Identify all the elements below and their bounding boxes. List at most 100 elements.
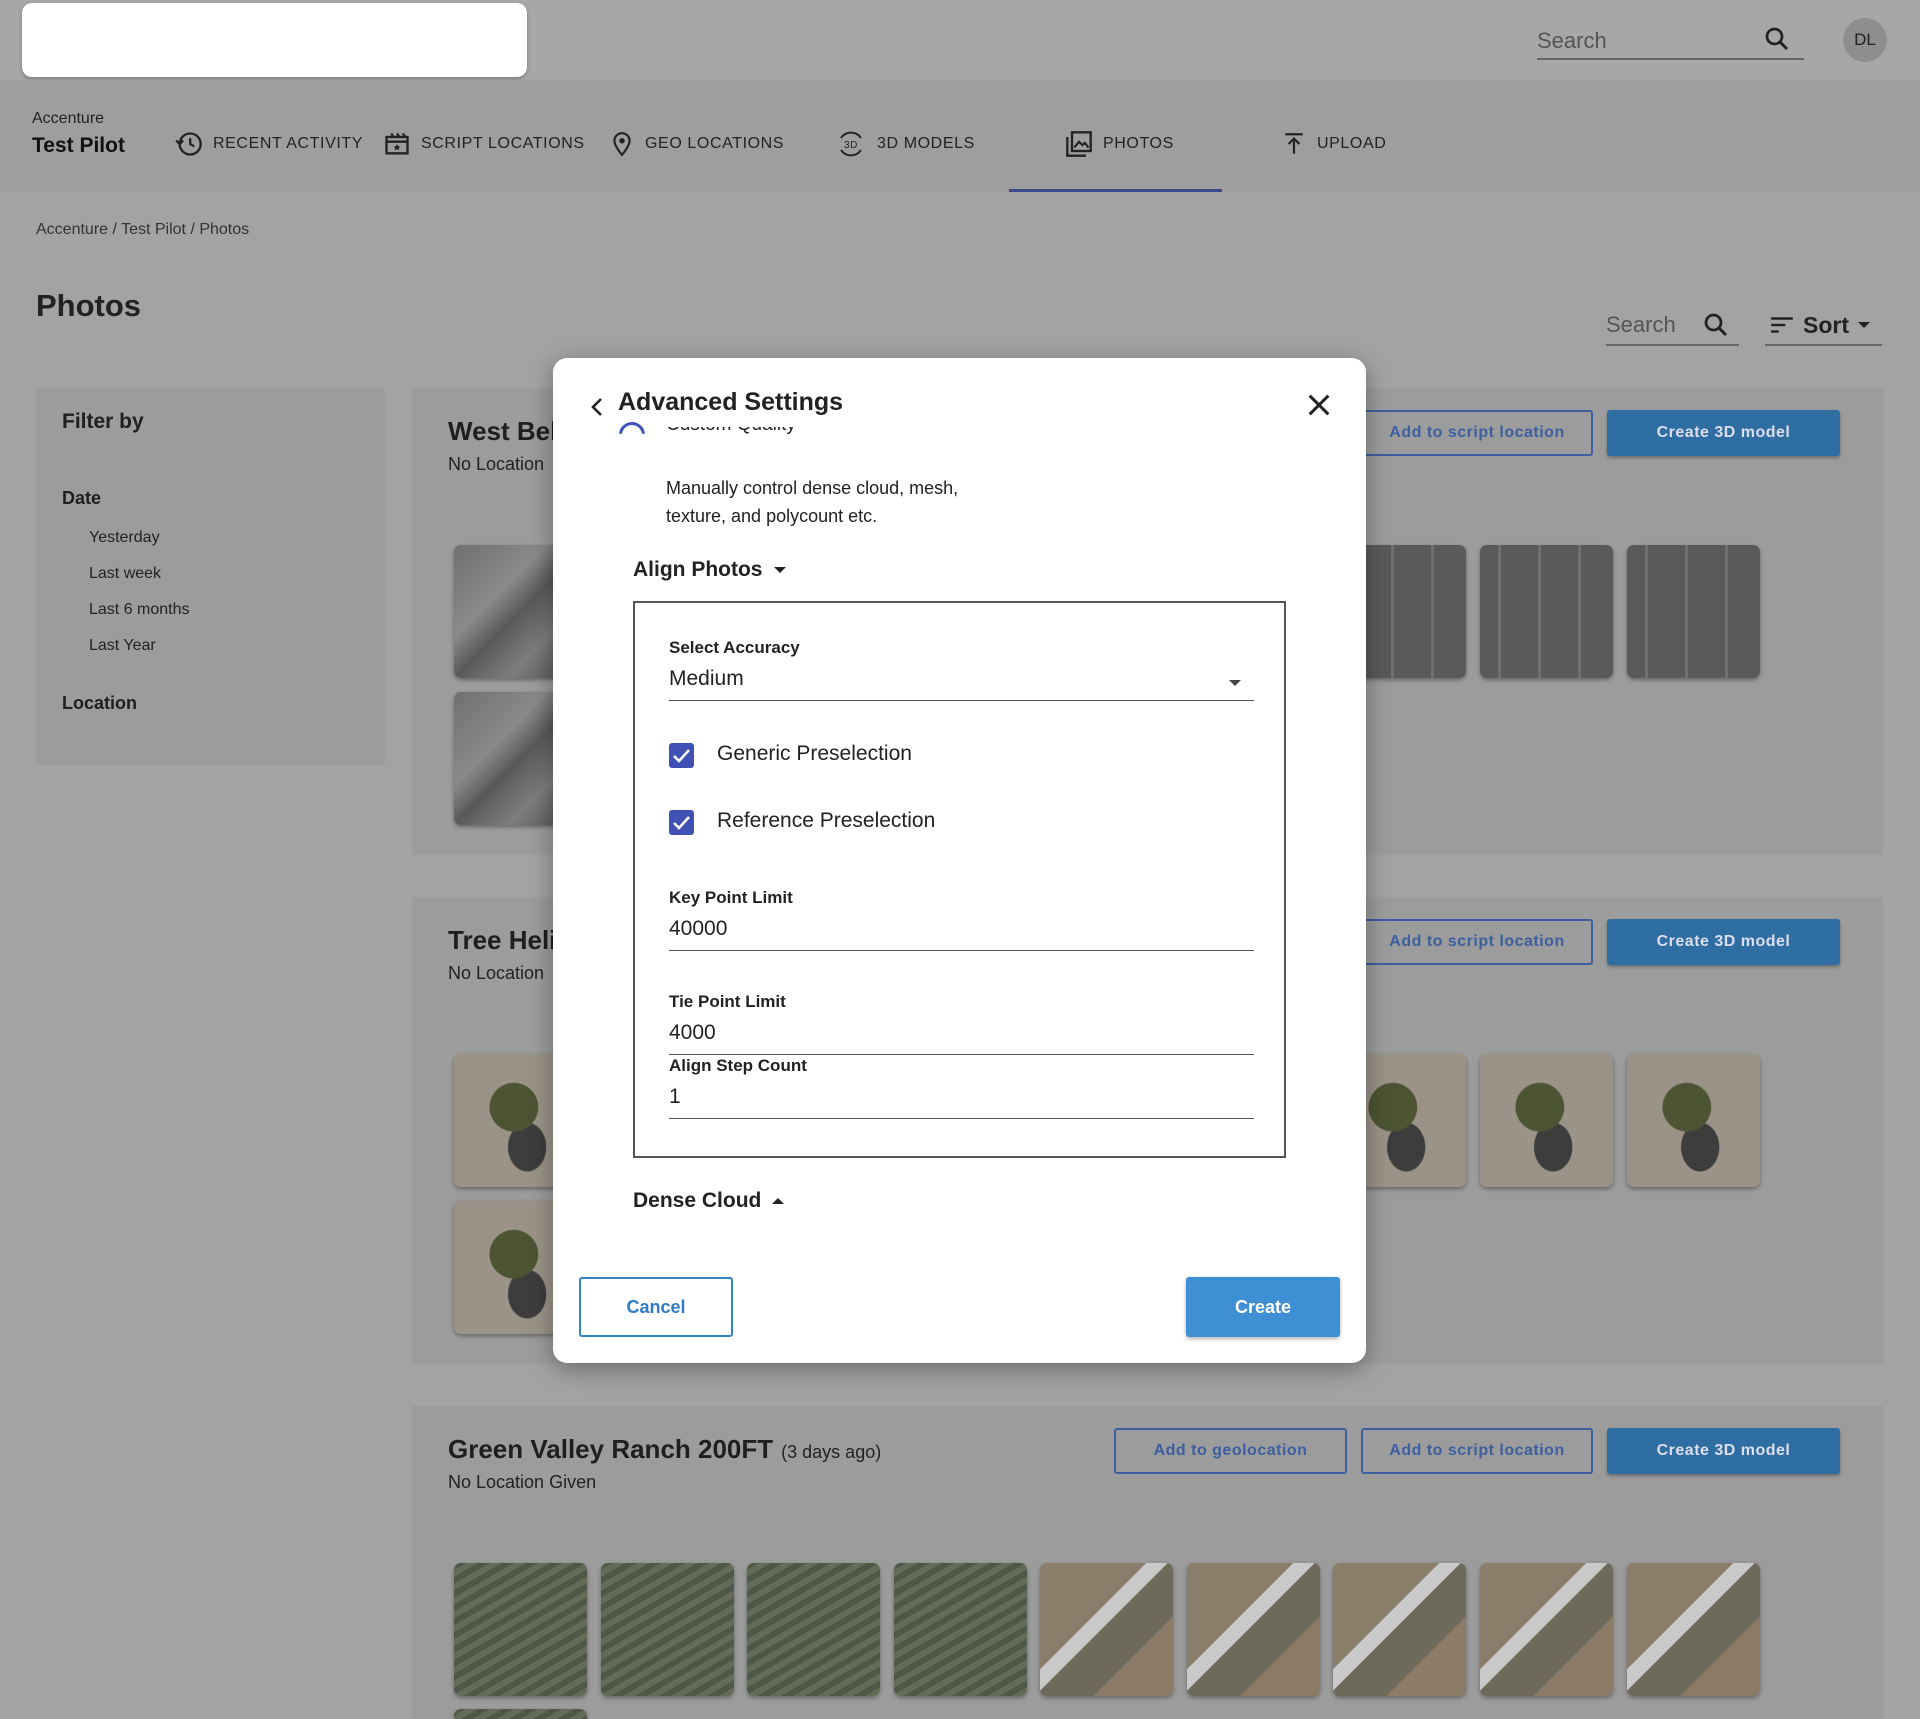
caret-down-icon	[773, 567, 786, 573]
filter-option-last-year[interactable]: Last Year	[89, 637, 156, 655]
tab-label: RECENT ACTIVITY	[213, 135, 364, 152]
key-point-limit-label: Key Point Limit	[669, 888, 793, 907]
sort-dropdown[interactable]: Sort	[1765, 306, 1882, 346]
active-tab-indicator	[1009, 189, 1222, 192]
global-search-input[interactable]: Search	[1537, 20, 1804, 60]
filter-option-yesterday[interactable]: Yesterday	[89, 529, 160, 547]
generic-preselection-label: Generic Preselection	[717, 742, 912, 765]
tie-point-limit-label: Tie Point Limit	[669, 992, 786, 1011]
cancel-button[interactable]: Cancel	[579, 1277, 733, 1337]
photo-library-icon	[1066, 131, 1092, 157]
photo-thumbnail[interactable]	[1333, 1563, 1466, 1696]
add-to-script-location-button[interactable]: Add to script location	[1361, 919, 1593, 965]
tie-point-limit-input[interactable]: 4000	[669, 1015, 1254, 1055]
tab-label: 3D MODELS	[877, 135, 975, 152]
org-name: Accenture	[32, 110, 105, 127]
align-step-count-label: Align Step Count	[669, 1056, 807, 1075]
add-to-geolocation-button[interactable]: Add to geolocation	[1114, 1428, 1347, 1474]
tab-label: GEO LOCATIONS	[645, 135, 785, 152]
align-photos-panel: Select Accuracy Medium Generic Preselect…	[633, 601, 1286, 1158]
group-title: West Bel	[448, 416, 558, 446]
caret-down-icon	[1229, 680, 1241, 686]
photo-thumbnail[interactable]	[601, 1563, 734, 1696]
filter-option-last-6-months[interactable]: Last 6 months	[89, 601, 190, 619]
custom-quality-description: Manually control dense cloud, mesh, text…	[666, 478, 959, 526]
dense-cloud-toggle[interactable]: Dense Cloud	[633, 1189, 785, 1213]
svg-text:3D: 3D	[844, 140, 858, 151]
check-icon	[673, 816, 690, 830]
align-step-count-input[interactable]: 1	[669, 1079, 1254, 1119]
create-3d-model-button[interactable]: Create 3D model	[1607, 919, 1840, 965]
photo-thumbnail[interactable]	[747, 1563, 880, 1696]
map-pin-icon	[613, 132, 631, 157]
close-icon[interactable]	[1305, 391, 1333, 419]
group-time: (3 days ago)	[781, 1442, 882, 1462]
group-location: No Location	[448, 454, 545, 474]
project-name: Test Pilot	[32, 134, 125, 157]
search-icon[interactable]	[1762, 24, 1792, 54]
photo-thumbnail[interactable]	[1627, 1563, 1760, 1696]
chevron-down-icon	[1858, 322, 1870, 328]
tab-recent-activity[interactable]: RECENT ACTIVITY	[175, 127, 363, 161]
photo-thumbnail[interactable]	[1480, 1563, 1613, 1696]
photo-thumbnail[interactable]	[454, 1709, 587, 1719]
photo-thumbnail[interactable]	[1480, 545, 1613, 678]
photo-thumbnail[interactable]	[454, 1563, 587, 1696]
photo-thumbnail[interactable]	[1040, 1563, 1173, 1696]
sort-icon	[1771, 317, 1793, 333]
clapperboard-icon	[385, 132, 409, 155]
create-button[interactable]: Create	[1186, 1277, 1340, 1337]
select-accuracy-dropdown[interactable]: Medium	[669, 661, 1254, 701]
add-to-script-location-button[interactable]: Add to script location	[1361, 1428, 1593, 1474]
group-location: No Location Given	[448, 1472, 597, 1492]
key-point-limit-input[interactable]: 40000	[669, 911, 1254, 951]
group-location: No Location	[448, 963, 545, 983]
filter-date-heading: Date	[62, 488, 102, 508]
upload-icon	[1285, 133, 1303, 154]
check-icon	[673, 749, 690, 763]
reference-preselection-label: Reference Preselection	[717, 809, 936, 832]
tab-3d-models[interactable]: 3D 3D MODELS	[835, 127, 975, 161]
chevron-left-icon[interactable]	[589, 396, 605, 418]
group-title: Green Valley Ranch 200FT	[448, 1434, 774, 1464]
tab-photos[interactable]: PHOTOS	[1065, 127, 1174, 161]
create-3d-model-button[interactable]: Create 3D model	[1607, 410, 1840, 456]
photo-thumbnail[interactable]	[894, 1563, 1027, 1696]
tab-script-locations[interactable]: SCRIPT LOCATIONS	[383, 127, 585, 161]
logo[interactable]	[22, 3, 527, 77]
tab-upload[interactable]: UPLOAD	[1281, 127, 1386, 161]
tab-geo-locations[interactable]: GEO LOCATIONS	[609, 127, 784, 161]
add-to-script-location-button[interactable]: Add to script location	[1361, 410, 1593, 456]
group-title: Tree Heli	[448, 925, 557, 955]
select-accuracy-label: Select Accuracy	[669, 638, 800, 657]
section-title: Align Photos	[633, 558, 763, 581]
section-title: Dense Cloud	[633, 1189, 762, 1212]
search-placeholder: Search	[1606, 312, 1676, 337]
generic-preselection-checkbox[interactable]	[669, 743, 694, 768]
photo-thumbnail[interactable]	[1187, 1563, 1320, 1696]
page-title: Photos	[36, 288, 142, 323]
custom-quality-radio[interactable]	[619, 422, 645, 434]
search-icon[interactable]	[1701, 310, 1731, 340]
avatar[interactable]: DL	[1843, 18, 1887, 62]
filter-location-heading: Location	[62, 693, 137, 713]
3d-rotate-icon: 3D	[840, 131, 862, 157]
align-photos-toggle[interactable]: Align Photos	[633, 558, 787, 582]
tab-label: SCRIPT LOCATIONS	[421, 135, 585, 152]
photo-thumbnail[interactable]	[1627, 1054, 1760, 1187]
photo-thumbnail[interactable]	[1480, 1054, 1613, 1187]
breadcrumb[interactable]: Accenture / Test Pilot / Photos	[36, 221, 249, 239]
filter-option-last-week[interactable]: Last week	[89, 565, 161, 583]
advanced-settings-dialog: Advanced Settings Custom Quality Manuall…	[553, 358, 1366, 1363]
select-accuracy-value: Medium	[669, 667, 744, 690]
dialog-title: Advanced Settings	[618, 388, 844, 416]
tab-label: UPLOAD	[1317, 135, 1387, 152]
reference-preselection-checkbox[interactable]	[669, 810, 694, 835]
photo-thumbnail[interactable]	[1627, 545, 1760, 678]
create-3d-model-button[interactable]: Create 3D model	[1607, 1428, 1840, 1474]
custom-quality-label: Custom Quality	[666, 414, 796, 435]
photos-search-input[interactable]: Search	[1606, 306, 1739, 346]
filter-title: Filter by	[62, 410, 144, 433]
search-placeholder: Search	[1537, 28, 1607, 53]
caret-up-icon	[772, 1198, 785, 1204]
